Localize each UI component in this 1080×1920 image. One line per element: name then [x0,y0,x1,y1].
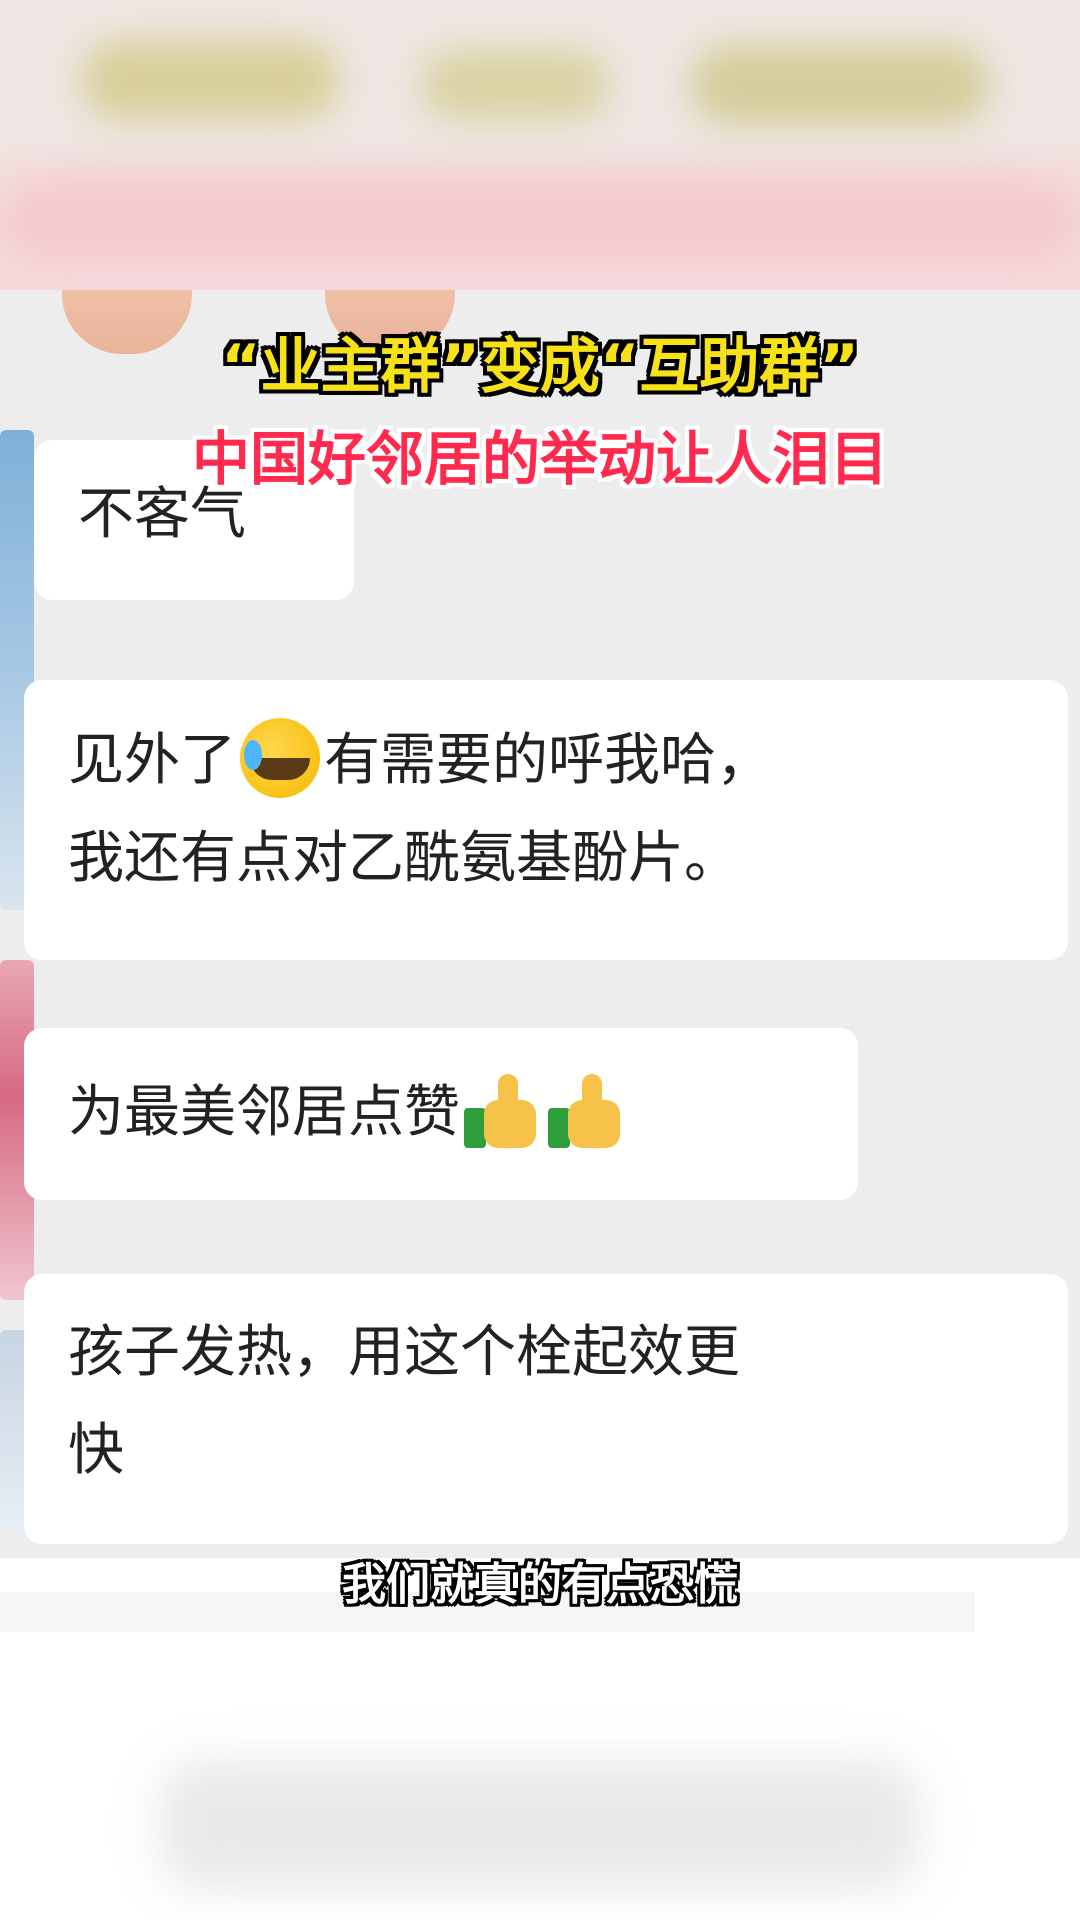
headline-title: “业主群”变成“互助群” [221,332,859,402]
message-line: 见外了 有需要的呼我哈， [68,712,1028,810]
headline-subtitle: 中国好邻居的举动让人泪目 [191,425,888,493]
thumbs-up-icon [548,1070,628,1150]
message-bubble: 孩子发热，用这个栓起效更 快 [24,1274,1068,1544]
message-text: 孩子发热，用这个栓起效更 [68,1320,740,1385]
blurred-footer-image [160,1760,920,1890]
loudly-crying-face-icon [240,717,320,798]
message-text: 快 [68,1418,124,1483]
message-text: 为最美邻居点赞 [68,1080,460,1145]
message-text: 我还有点对乙酰氨基酚片。 [68,826,740,891]
thumbs-up-icon [464,1070,544,1150]
video-subtitle: 我们就真的有点恐慌 [342,1559,738,1610]
message-text: 见外了 [68,728,236,793]
message-bubble: 见外了 有需要的呼我哈， 我还有点对乙酰氨基酚片。 [24,680,1068,960]
blurred-header-image [0,0,1080,290]
message-bubble: 为最美邻居点赞 [24,1028,858,1200]
message-text: 有需要的呼我哈， [324,728,772,793]
